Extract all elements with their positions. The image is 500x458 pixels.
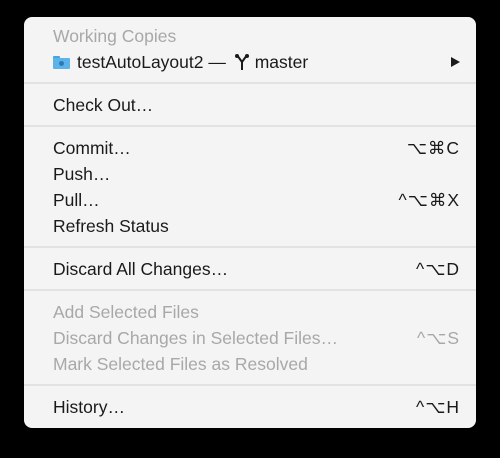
discard-all-changes-item[interactable]: Discard All Changes… ^⌥D (24, 256, 476, 282)
separator (24, 384, 476, 386)
separator (24, 246, 476, 248)
discard-all-changes-label: Discard All Changes… (53, 259, 229, 279)
submenu-arrow-icon (451, 57, 460, 67)
check-out-label: Check Out… (53, 95, 154, 115)
history-shortcut: ^⌥H (415, 397, 460, 417)
separator (24, 82, 476, 84)
discard-selected-changes-item: Discard Changes in Selected Files… ^⌥S (24, 325, 476, 351)
working-copies-header: Working Copies (53, 26, 177, 46)
discard-all-changes-shortcut: ^⌥D (415, 259, 460, 279)
source-control-menu: Working Copies testAutoLayout2 — master … (24, 17, 476, 428)
refresh-status-item[interactable]: Refresh Status (24, 213, 476, 239)
mark-resolved-label: Mark Selected Files as Resolved (53, 354, 308, 374)
commit-item[interactable]: Commit… ⌥⌘C (24, 135, 476, 161)
history-label: History… (53, 397, 125, 417)
push-item[interactable]: Push… (24, 161, 476, 187)
mark-resolved-item: Mark Selected Files as Resolved (24, 351, 476, 377)
separator (24, 125, 476, 127)
repo-separator: — (208, 52, 226, 72)
folder-icon (53, 56, 70, 69)
branch-name: master (254, 52, 309, 72)
repo-name: testAutoLayout2 (77, 52, 204, 72)
add-selected-files-item: Add Selected Files (24, 299, 476, 325)
discard-selected-changes-label: Discard Changes in Selected Files… (53, 328, 338, 348)
commit-label: Commit… (53, 138, 131, 158)
separator (24, 289, 476, 291)
push-label: Push… (53, 164, 111, 184)
check-out-item[interactable]: Check Out… (24, 92, 476, 118)
branch-icon (234, 54, 249, 70)
refresh-status-label: Refresh Status (53, 216, 169, 236)
pull-item[interactable]: Pull… ^⌥⌘X (24, 187, 476, 213)
commit-shortcut: ⌥⌘C (406, 138, 460, 158)
working-copy-item[interactable]: testAutoLayout2 — master (24, 49, 476, 75)
discard-selected-changes-shortcut: ^⌥S (416, 328, 460, 348)
pull-label: Pull… (53, 190, 100, 210)
add-selected-files-label: Add Selected Files (53, 302, 199, 322)
history-item[interactable]: History… ^⌥H (24, 394, 476, 420)
pull-shortcut: ^⌥⌘X (398, 190, 460, 210)
